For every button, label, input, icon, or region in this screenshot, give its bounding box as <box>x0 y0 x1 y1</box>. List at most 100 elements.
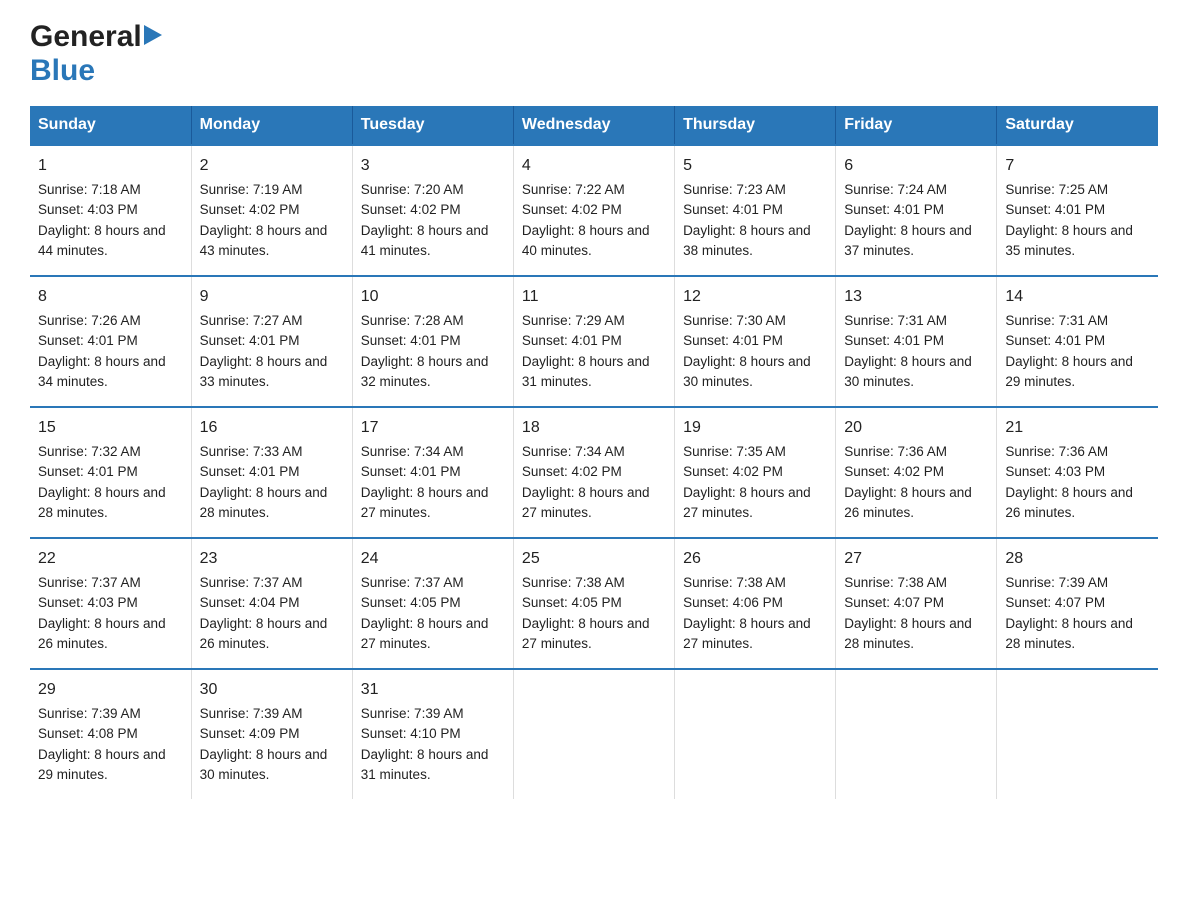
sunrise-label: Sunrise: 7:38 AM <box>844 575 947 590</box>
day-number: 31 <box>361 678 505 702</box>
day-number: 5 <box>683 154 827 178</box>
calendar-week-row: 22 Sunrise: 7:37 AM Sunset: 4:03 PM Dayligh… <box>30 538 1158 669</box>
sunrise-label: Sunrise: 7:31 AM <box>1005 313 1108 328</box>
calendar-week-row: 1 Sunrise: 7:18 AM Sunset: 4:03 PM Daylight… <box>30 145 1158 276</box>
daylight-label: Daylight: 8 hours and 37 minutes. <box>844 223 972 258</box>
calendar-cell: 6Sunrise: 7:24 AMSunset: 4:01 PMDaylight… <box>836 145 997 276</box>
calendar-week-row: 29Sunrise: 7:39 AMSunset: 4:08 PMDayligh… <box>30 669 1158 799</box>
sunrise-label: Sunrise: 7:19 AM <box>200 182 303 197</box>
day-number: 22 <box>38 547 183 571</box>
sunset-label: Sunset: 4:07 PM <box>1005 595 1105 610</box>
sunset-label: Sunset: 4:03 PM <box>1005 464 1105 479</box>
daylight-label: Daylight: 8 hours and 32 minutes. <box>361 354 489 389</box>
calendar-week-row: 8Sunrise: 7:26 AMSunset: 4:01 PMDaylight… <box>30 276 1158 407</box>
daylight-label: Daylight: 8 hours and 30 minutes. <box>683 354 811 389</box>
sunrise-label: Sunrise: 7:24 AM <box>844 182 947 197</box>
day-number: 13 <box>844 285 988 309</box>
day-header-tuesday: Tuesday <box>352 106 513 145</box>
sunrise-label: Sunrise: 7:39 AM <box>361 706 464 721</box>
sunrise-label: Sunrise: 7:34 AM <box>522 444 625 459</box>
daylight-label: Daylight: 8 hours and 27 minutes. <box>683 485 811 520</box>
day-number: 30 <box>200 678 344 702</box>
day-number: 28 <box>1005 547 1150 571</box>
calendar-table: SundayMondayTuesdayWednesdayThursdayFrid… <box>30 106 1158 799</box>
day-number: 15 <box>38 416 183 440</box>
day-number: 2 <box>200 154 344 178</box>
calendar-cell: 3Sunrise: 7:20 AMSunset: 4:02 PMDaylight… <box>352 145 513 276</box>
calendar-cell: 4Sunrise: 7:22 AMSunset: 4:02 PMDaylight… <box>513 145 674 276</box>
day-header-saturday: Saturday <box>997 106 1158 145</box>
calendar-cell: 26Sunrise: 7:38 AMSunset: 4:06 PMDayligh… <box>675 538 836 669</box>
sunset-label: Sunset: 4:01 PM <box>683 333 783 348</box>
calendar-cell: 21Sunrise: 7:36 AMSunset: 4:03 PMDayligh… <box>997 407 1158 538</box>
day-number: 12 <box>683 285 827 309</box>
logo-general: General <box>30 20 142 54</box>
day-number: 18 <box>522 416 666 440</box>
day-header-thursday: Thursday <box>675 106 836 145</box>
day-header-sunday: Sunday <box>30 106 191 145</box>
daylight-label: Daylight: 8 hours and 28 minutes. <box>1005 616 1133 651</box>
daylight-label: Daylight: 8 hours and 26 minutes. <box>38 616 166 651</box>
sunset-label: Sunset: 4:01 PM <box>844 333 944 348</box>
calendar-cell <box>997 669 1158 799</box>
sunset-label: Sunset: 4:02 PM <box>683 464 783 479</box>
sunrise-label: Sunrise: 7:35 AM <box>683 444 786 459</box>
sunrise-label: Sunrise: 7:36 AM <box>1005 444 1108 459</box>
sunset-label: Sunset: 4:01 PM <box>361 333 461 348</box>
sunrise-label: Sunrise: 7:37 AM <box>200 575 303 590</box>
daylight-label: Daylight: 8 hours and 40 minutes. <box>522 223 650 258</box>
day-number: 27 <box>844 547 988 571</box>
sunrise-label: Sunrise: 7:37 AM <box>361 575 464 590</box>
day-number: 6 <box>844 154 988 178</box>
calendar-cell: 19Sunrise: 7:35 AMSunset: 4:02 PMDayligh… <box>675 407 836 538</box>
sunset-label: Sunset: 4:02 PM <box>844 464 944 479</box>
sunrise-label: Sunrise: 7:38 AM <box>522 575 625 590</box>
sunrise-label: Sunrise: 7:20 AM <box>361 182 464 197</box>
calendar-cell: 16Sunrise: 7:33 AMSunset: 4:01 PMDayligh… <box>191 407 352 538</box>
daylight-label: Daylight: 8 hours and 26 minutes. <box>1005 485 1133 520</box>
sunset-label: Sunset: 4:01 PM <box>361 464 461 479</box>
day-number: 11 <box>522 285 666 309</box>
calendar-cell: 18Sunrise: 7:34 AMSunset: 4:02 PMDayligh… <box>513 407 674 538</box>
sunset-label: Sunset: 4:05 PM <box>522 595 622 610</box>
sunset-label: Sunset: 4:03 PM <box>38 202 138 217</box>
sunrise-label: Sunrise: 7:32 AM <box>38 444 141 459</box>
daylight-label: Daylight: 8 hours and 28 minutes. <box>844 616 972 651</box>
day-number: 1 <box>38 154 183 178</box>
daylight-label: Daylight: 8 hours and 27 minutes. <box>683 616 811 651</box>
calendar-cell: 10Sunrise: 7:28 AMSunset: 4:01 PMDayligh… <box>352 276 513 407</box>
day-header-wednesday: Wednesday <box>513 106 674 145</box>
sunrise-label: Sunrise: 7:18 AM <box>38 182 141 197</box>
daylight-label: Daylight: 8 hours and 29 minutes. <box>1005 354 1133 389</box>
sunrise-label: Sunrise: 7:39 AM <box>38 706 141 721</box>
day-number: 25 <box>522 547 666 571</box>
daylight-label: Daylight: 8 hours and 30 minutes. <box>844 354 972 389</box>
sunset-label: Sunset: 4:01 PM <box>1005 333 1105 348</box>
daylight-label: Daylight: 8 hours and 35 minutes. <box>1005 223 1133 258</box>
calendar-cell: 31Sunrise: 7:39 AMSunset: 4:10 PMDayligh… <box>352 669 513 799</box>
day-number: 24 <box>361 547 505 571</box>
day-number: 3 <box>361 154 505 178</box>
sunset-label: Sunset: 4:02 PM <box>522 202 622 217</box>
calendar-cell: 28 Sunrise: 7:39 AM Sunset: 4:07 PM Dayligh… <box>997 538 1158 669</box>
day-number: 10 <box>361 285 505 309</box>
day-number: 16 <box>200 416 344 440</box>
page-header: General Blue <box>30 20 1158 88</box>
daylight-label: Daylight: 8 hours and 27 minutes. <box>361 616 489 651</box>
calendar-cell: 14Sunrise: 7:31 AMSunset: 4:01 PMDayligh… <box>997 276 1158 407</box>
sunset-label: Sunset: 4:02 PM <box>361 202 461 217</box>
calendar-cell: 9Sunrise: 7:27 AMSunset: 4:01 PMDaylight… <box>191 276 352 407</box>
sunrise-label: Sunrise: 7:30 AM <box>683 313 786 328</box>
sunset-label: Sunset: 4:07 PM <box>844 595 944 610</box>
sunset-label: Sunset: 4:02 PM <box>522 464 622 479</box>
daylight-label: Daylight: 8 hours and 27 minutes. <box>361 485 489 520</box>
sunset-label: Sunset: 4:03 PM <box>38 595 138 610</box>
sunrise-label: Sunrise: 7:29 AM <box>522 313 625 328</box>
calendar-cell: 2Sunrise: 7:19 AMSunset: 4:02 PMDaylight… <box>191 145 352 276</box>
day-number: 23 <box>200 547 344 571</box>
calendar-cell: 8Sunrise: 7:26 AMSunset: 4:01 PMDaylight… <box>30 276 191 407</box>
daylight-label: Daylight: 8 hours and 44 minutes. <box>38 223 166 258</box>
sunrise-label: Sunrise: 7:39 AM <box>1005 575 1108 590</box>
daylight-label: Daylight: 8 hours and 26 minutes. <box>844 485 972 520</box>
sunset-label: Sunset: 4:04 PM <box>200 595 300 610</box>
